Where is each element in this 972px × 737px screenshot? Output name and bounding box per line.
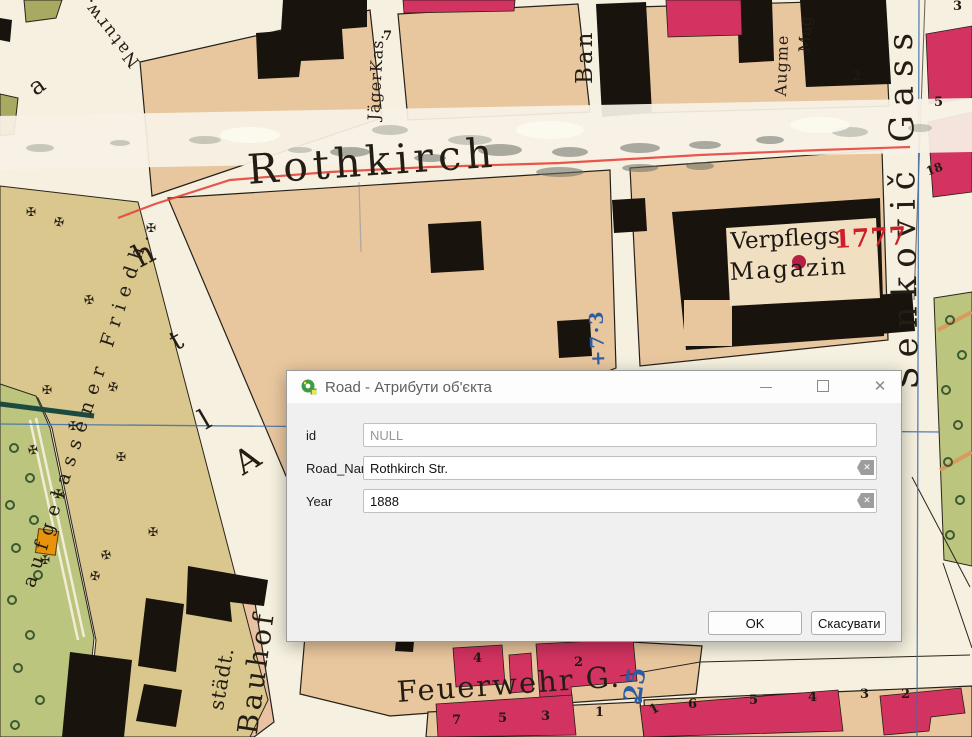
ok-button[interactable]: OK [708, 611, 802, 635]
qgis-logo-icon [300, 378, 318, 396]
dialog-title: Road - Атрибути об'єкта [325, 379, 492, 396]
road-point-marker [792, 255, 806, 269]
minimize-icon[interactable] [749, 373, 783, 401]
field-label-id: id [306, 428, 316, 443]
id-field[interactable] [363, 423, 877, 447]
screenshot-stage: Rothkirch Senkovič Gass Feuerwehr G. Bau… [0, 0, 972, 737]
dialog-titlebar[interactable]: Road - Атрибути об'єкта ✕ [287, 371, 901, 403]
orange-building [35, 529, 58, 556]
maximize-icon[interactable] [807, 373, 841, 401]
field-label-year: Year [306, 494, 332, 509]
road-name-field[interactable] [363, 456, 877, 480]
year-field[interactable] [363, 489, 877, 513]
feature-attributes-dialog: Road - Атрибути об'єкта ✕ id Road_Name ✕… [286, 370, 902, 642]
close-icon[interactable]: ✕ [863, 373, 897, 401]
cancel-button[interactable]: Скасувати [811, 611, 886, 635]
